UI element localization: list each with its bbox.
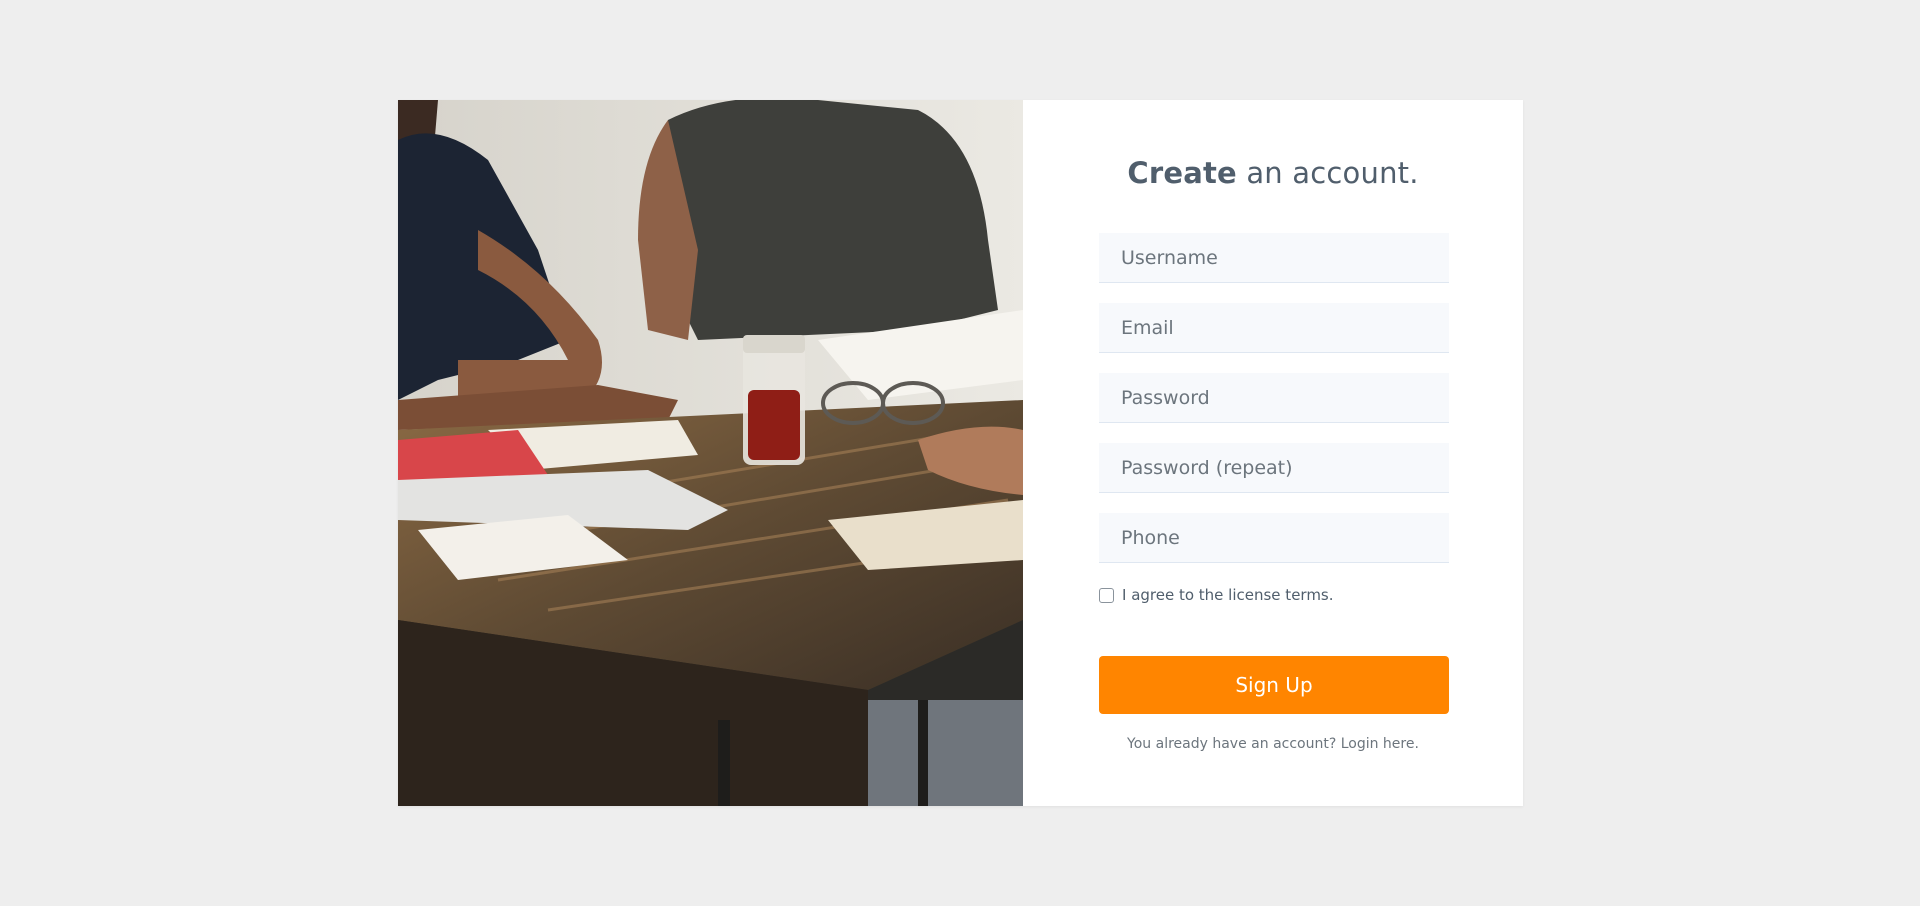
signup-card: Create an account. I agree to the licens… <box>398 100 1523 806</box>
login-link[interactable]: You already have an account? Login here. <box>1127 736 1419 752</box>
email-field[interactable] <box>1099 303 1449 353</box>
phone-field[interactable] <box>1099 513 1449 563</box>
password-repeat-field[interactable] <box>1099 443 1449 493</box>
form-title-rest: an account. <box>1236 156 1419 190</box>
license-agreement[interactable]: I agree to the license terms. <box>1099 586 1334 604</box>
form-title: Create an account. <box>1023 156 1523 190</box>
username-field[interactable] <box>1099 233 1449 283</box>
login-prompt: You already have an account? Login here. <box>1023 736 1523 752</box>
license-label: I agree to the license terms. <box>1122 586 1334 604</box>
hero-photo <box>398 100 1023 806</box>
signup-form: Create an account. I agree to the licens… <box>1023 100 1523 806</box>
photo-icon <box>398 100 1023 806</box>
license-checkbox[interactable] <box>1099 587 1114 603</box>
form-title-bold: Create <box>1127 156 1237 190</box>
password-field[interactable] <box>1099 373 1449 423</box>
sign-up-button[interactable]: Sign Up <box>1099 656 1449 714</box>
